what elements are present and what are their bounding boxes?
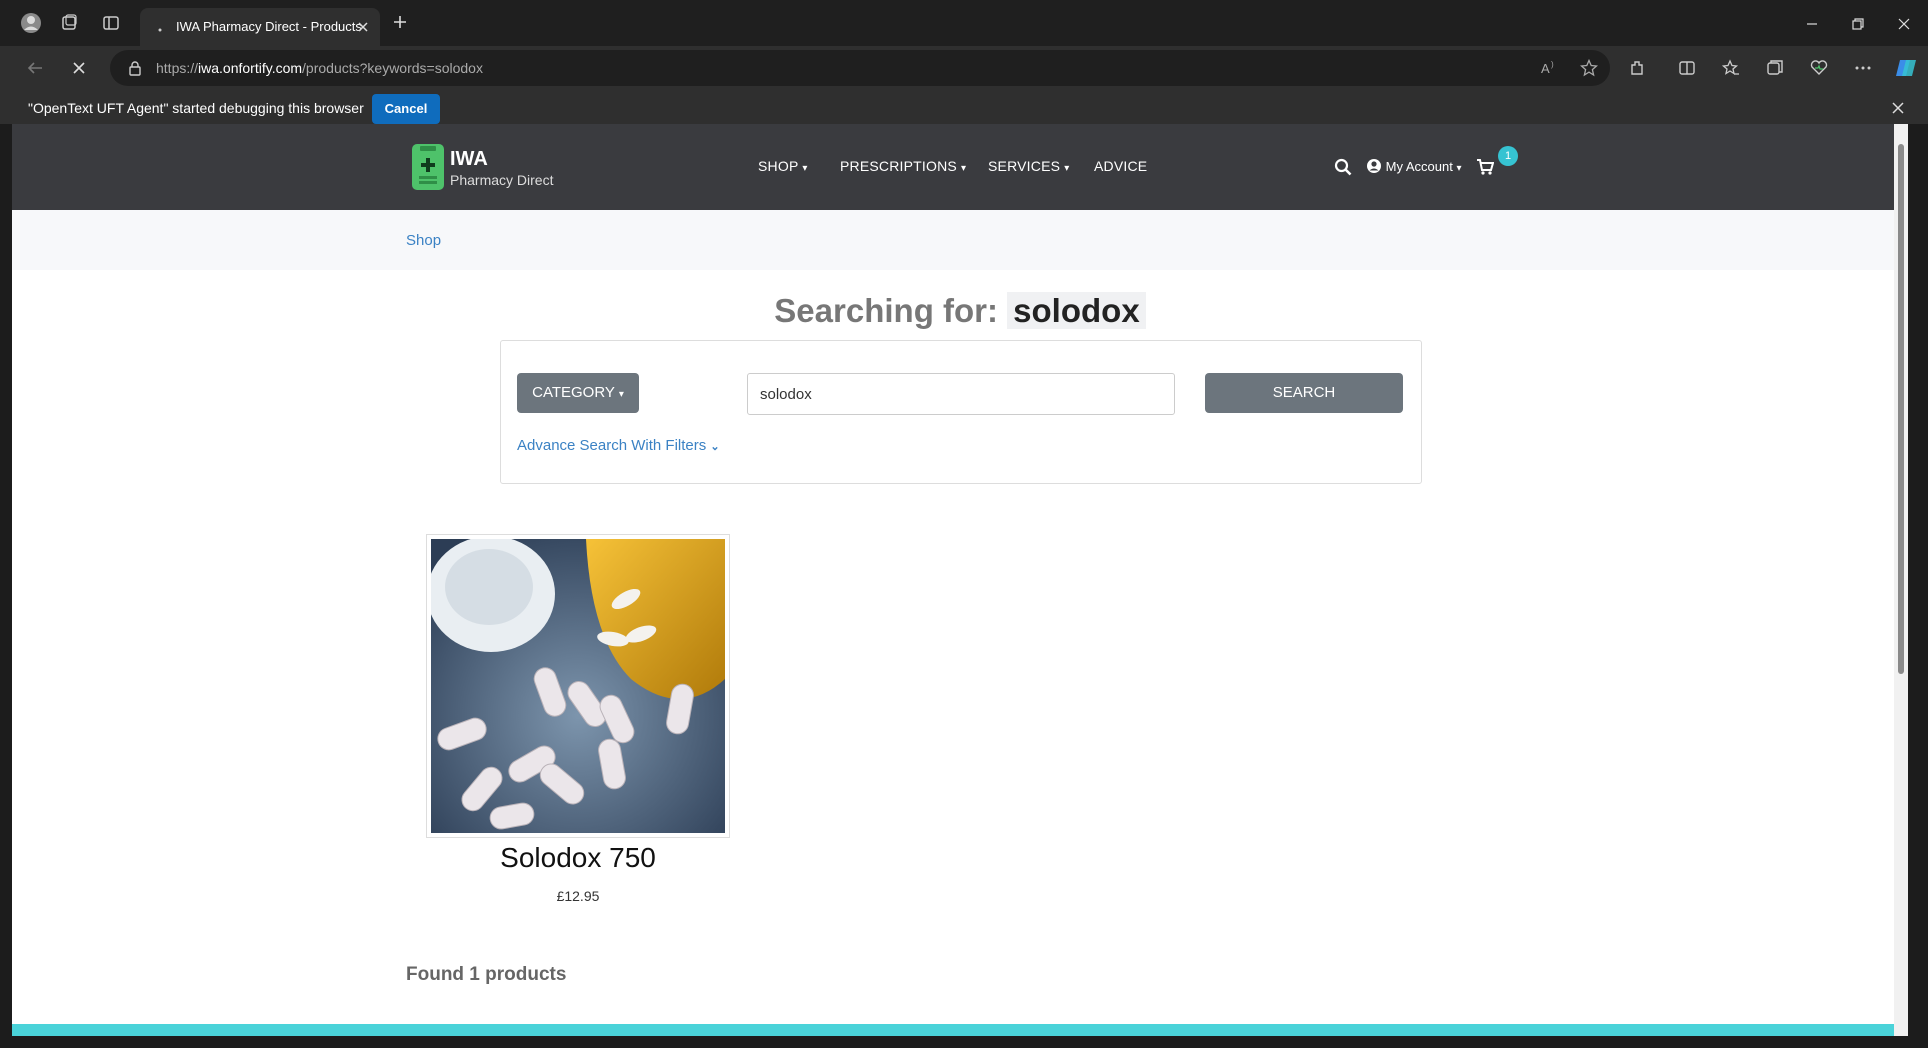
search-input[interactable] bbox=[747, 373, 1175, 415]
infobar-message: "OpenText UFT Agent" started debugging t… bbox=[28, 100, 364, 116]
loading-icon bbox=[154, 20, 166, 32]
chevron-down-icon: ⌄ bbox=[710, 441, 720, 453]
results-count: Found 1 products bbox=[406, 964, 567, 985]
brand-name[interactable]: IWA bbox=[450, 148, 488, 171]
search-heading-prefix: Searching for: bbox=[774, 292, 998, 329]
my-account-menu[interactable]: My Account ▾ bbox=[1366, 158, 1461, 174]
brand-subtitle[interactable]: Pharmacy Direct bbox=[450, 172, 553, 188]
product-price: £12.95 bbox=[556, 888, 600, 904]
nav-prescriptions-label: PRESCRIPTIONS bbox=[840, 158, 957, 174]
cancel-debug-button[interactable]: Cancel bbox=[372, 94, 440, 124]
back-icon[interactable] bbox=[26, 59, 44, 77]
caret-down-icon: ▾ bbox=[618, 389, 624, 400]
close-tab-icon[interactable] bbox=[356, 20, 370, 34]
close-infobar-icon[interactable] bbox=[1890, 100, 1906, 116]
site-header: IWA Pharmacy Direct SHOP ▾ PRESCRIPTIONS… bbox=[12, 124, 1908, 210]
url-scheme: https:// bbox=[156, 60, 199, 76]
chevron-down-icon: ▾ bbox=[1456, 163, 1462, 174]
browser-toolbar: https://iwa.onfortify.com/products?keywo… bbox=[0, 46, 1928, 90]
nav-advice[interactable]: ADVICE bbox=[1094, 158, 1147, 174]
url-host: iwa.onfortify.com bbox=[198, 60, 303, 76]
read-aloud-icon[interactable]: A) bbox=[1540, 59, 1558, 77]
more-options-icon[interactable] bbox=[1854, 59, 1872, 77]
stop-loading-icon[interactable] bbox=[70, 59, 88, 77]
minimize-icon[interactable] bbox=[1804, 16, 1820, 32]
extensions-icon[interactable] bbox=[1628, 59, 1646, 77]
scrollbar-thumb[interactable] bbox=[1898, 144, 1904, 674]
advance-search-link[interactable]: Advance Search With Filters ⌄ bbox=[517, 437, 720, 454]
address-bar[interactable]: https://iwa.onfortify.com/products?keywo… bbox=[110, 50, 1610, 86]
url-text[interactable]: https://iwa.onfortify.com/products?keywo… bbox=[156, 60, 483, 76]
footer-accent-bar bbox=[12, 1024, 1908, 1036]
page-viewport: IWA Pharmacy Direct SHOP ▾ PRESCRIPTIONS… bbox=[12, 124, 1908, 1036]
breadcrumb-shop-link[interactable]: Shop bbox=[406, 232, 441, 249]
workspaces-icon[interactable] bbox=[60, 14, 78, 32]
restore-icon[interactable] bbox=[1850, 16, 1866, 32]
browser-essentials-icon[interactable] bbox=[1810, 59, 1828, 77]
product-image[interactable] bbox=[426, 534, 730, 838]
tab-actions-icon[interactable] bbox=[102, 14, 120, 32]
lock-icon[interactable] bbox=[128, 60, 142, 76]
favorites-icon[interactable] bbox=[1722, 59, 1740, 77]
split-screen-icon[interactable] bbox=[1678, 59, 1696, 77]
pharmacy-logo-icon[interactable] bbox=[412, 144, 444, 190]
search-heading-term: solodox bbox=[1007, 292, 1146, 329]
svg-text:): ) bbox=[1551, 60, 1554, 69]
category-label: CATEGORY bbox=[532, 384, 615, 401]
copilot-icon[interactable] bbox=[1894, 56, 1918, 80]
category-dropdown-button[interactable]: CATEGORY ▾ bbox=[517, 373, 639, 413]
nav-prescriptions[interactable]: PRESCRIPTIONS ▾ bbox=[840, 158, 966, 174]
debug-infobar: "OpenText UFT Agent" started debugging t… bbox=[0, 90, 1928, 124]
nav-services[interactable]: SERVICES ▾ bbox=[988, 158, 1069, 174]
browser-title-bar: IWA Pharmacy Direct - Products bbox=[0, 0, 1928, 46]
url-path: /products?keywords=solodox bbox=[302, 60, 483, 76]
my-account-label: My Account bbox=[1385, 159, 1453, 174]
chevron-down-icon: ▾ bbox=[1064, 163, 1070, 174]
breadcrumb: Shop bbox=[12, 210, 1908, 270]
nav-shop[interactable]: SHOP ▾ bbox=[758, 158, 808, 174]
cart-icon[interactable] bbox=[1476, 158, 1494, 176]
product-name[interactable]: Solodox 750 bbox=[426, 842, 730, 874]
close-window-icon[interactable] bbox=[1896, 16, 1912, 32]
search-panel: CATEGORY ▾ SEARCH Advance Search With Fi… bbox=[500, 340, 1422, 484]
browser-tab-active[interactable]: IWA Pharmacy Direct - Products bbox=[140, 8, 380, 46]
svg-text:A: A bbox=[1541, 61, 1550, 76]
chevron-down-icon: ▾ bbox=[802, 163, 808, 174]
nav-shop-label: SHOP bbox=[758, 158, 799, 174]
new-tab-icon[interactable] bbox=[392, 14, 408, 30]
search-heading: Searching for: solodox bbox=[12, 292, 1908, 330]
chevron-down-icon: ▾ bbox=[961, 163, 967, 174]
profile-icon[interactable] bbox=[20, 12, 42, 34]
page-scrollbar[interactable] bbox=[1894, 124, 1908, 1036]
advance-search-label: Advance Search With Filters bbox=[517, 437, 707, 454]
user-circle-icon bbox=[1367, 159, 1381, 173]
favorite-star-icon[interactable] bbox=[1580, 59, 1598, 77]
tab-title: IWA Pharmacy Direct - Products bbox=[176, 19, 362, 34]
collections-icon[interactable] bbox=[1766, 59, 1784, 77]
cart-count-badge: 1 bbox=[1498, 146, 1518, 166]
search-icon[interactable] bbox=[1334, 158, 1352, 176]
nav-services-label: SERVICES bbox=[988, 158, 1061, 174]
pills-photo-icon bbox=[431, 539, 725, 833]
search-button[interactable]: SEARCH bbox=[1205, 373, 1403, 413]
